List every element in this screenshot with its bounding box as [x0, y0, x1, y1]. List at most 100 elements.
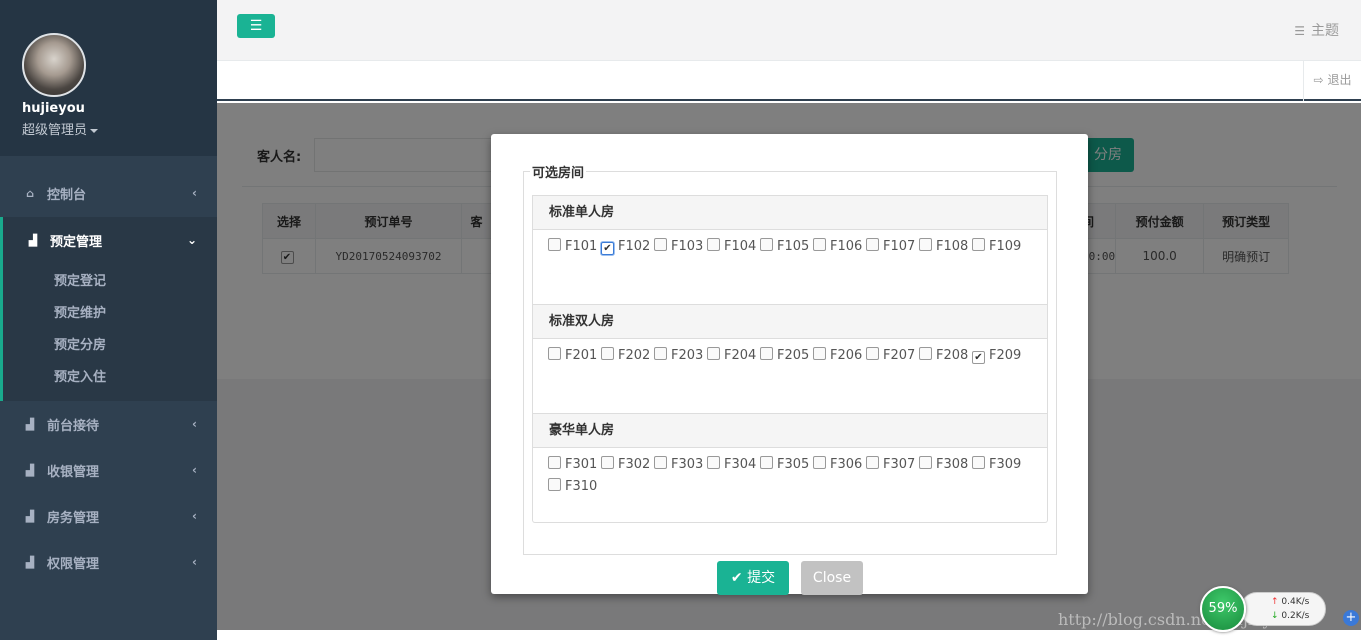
sidebar-item-label: 预定管理: [50, 234, 103, 250]
room-checkbox-f302[interactable]: F302: [601, 456, 654, 478]
room-group-standard-single: 标准单人房 F101 ✔ F102 F103 F104 F105 F106 F107 F108 F…: [532, 195, 1048, 304]
hamburger-icon: ☰: [249, 18, 263, 34]
checkbox-icon: [813, 347, 826, 360]
sign-out-icon: ⇨: [1313, 73, 1324, 87]
submenu-item-assign[interactable]: 预定分房: [54, 334, 106, 353]
room-number: F209: [989, 348, 1022, 363]
room-number: F104: [724, 239, 757, 254]
sidebar-item-booking[interactable]: ▟ 预定管理 ⌄: [0, 217, 217, 263]
upload-speed-value: 0.4K/s: [1281, 597, 1310, 607]
room-checkbox-f204[interactable]: F204: [707, 347, 760, 369]
submit-button[interactable]: ✔ 提交: [717, 561, 789, 595]
avatar[interactable]: [22, 33, 86, 97]
room-checkbox-f310[interactable]: F310: [548, 478, 601, 500]
submenu-item-register[interactable]: 预定登记: [54, 270, 106, 289]
chevron-left-icon: ‹: [192, 463, 197, 477]
room-group-title: 标准单人房: [533, 195, 1047, 230]
checkbox-icon: [760, 456, 773, 469]
room-checkbox-f304[interactable]: F304: [707, 456, 760, 478]
room-number: F303: [671, 457, 704, 472]
room-checkbox-f208[interactable]: F208: [919, 347, 972, 369]
room-number: F304: [724, 457, 757, 472]
role-dropdown[interactable]: 超级管理员: [22, 119, 217, 138]
bar-chart-icon: ▟: [25, 463, 35, 477]
room-number: F101: [565, 239, 598, 254]
room-checkbox-f101[interactable]: F101: [548, 238, 601, 260]
room-list: F201 F202 F203 F204 F205 F206 F207 F208 ✔ F209: [533, 339, 1047, 413]
room-checkbox-f205[interactable]: F205: [760, 347, 813, 369]
room-checkbox-f104[interactable]: F104: [707, 238, 760, 260]
room-number: F310: [565, 479, 598, 494]
room-fieldset-legend: 可选房间: [532, 166, 585, 181]
room-checkbox-f103[interactable]: F103: [654, 238, 707, 260]
room-checkbox-f308[interactable]: F308: [919, 456, 972, 478]
chevron-left-icon: ‹: [192, 509, 197, 523]
room-number: F306: [830, 457, 863, 472]
sidebar-item-permissions[interactable]: ▟ 权限管理 ‹: [0, 539, 217, 585]
checkbox-icon: [813, 238, 826, 251]
chevron-left-icon: ‹: [192, 186, 197, 200]
room-checkbox-f106[interactable]: F106: [813, 238, 866, 260]
checkbox-icon: [548, 347, 561, 360]
room-checkbox-f306[interactable]: F306: [813, 456, 866, 478]
room-checkbox-f109[interactable]: F109: [972, 238, 1025, 260]
room-group-standard-double: 标准双人房 F201 F202 F203 F204 F205 F206 F207 F208 ✔ F…: [532, 304, 1048, 413]
checkbox-icon: [919, 238, 932, 251]
list-icon: ☰: [1294, 24, 1305, 38]
room-checkbox-f301[interactable]: F301: [548, 456, 601, 478]
room-number: F307: [883, 457, 916, 472]
footer-strip: [217, 630, 1361, 640]
sidebar-item-label: 收银管理: [47, 464, 100, 480]
room-checkbox-f201[interactable]: F201: [548, 347, 601, 369]
checkbox-icon: [760, 347, 773, 360]
room-checkbox-f206[interactable]: F206: [813, 347, 866, 369]
bar-chart-icon: ▟: [25, 555, 35, 569]
room-checkbox-f107[interactable]: F107: [866, 238, 919, 260]
checkbox-icon: [866, 456, 879, 469]
role-label: 超级管理员: [22, 123, 88, 138]
plus-icon[interactable]: +: [1343, 610, 1359, 626]
sidebar-item-reception[interactable]: ▟ 前台接待 ‹: [0, 401, 217, 447]
room-checkbox-f307[interactable]: F307: [866, 456, 919, 478]
download-speed-value: 0.2K/s: [1281, 611, 1310, 621]
room-checkbox-f309[interactable]: F309: [972, 456, 1025, 478]
close-button[interactable]: Close: [801, 561, 863, 595]
sidebar-item-label: 前台接待: [47, 418, 100, 434]
room-number: F203: [671, 348, 704, 363]
room-checkbox-f305[interactable]: F305: [760, 456, 813, 478]
sidebar-item-label: 控制台: [47, 187, 87, 203]
bar-chart-icon: ▟: [25, 509, 35, 523]
chevron-down-icon: ⌄: [186, 233, 197, 247]
sidebar-item-dashboard[interactable]: ⌂ 控制台 ‹: [0, 170, 217, 216]
room-checkbox-f202[interactable]: F202: [601, 347, 654, 369]
checkbox-icon: [707, 238, 720, 251]
room-checkbox-f108[interactable]: F108: [919, 238, 972, 260]
room-checkbox-f105[interactable]: F105: [760, 238, 813, 260]
check-icon: ✔: [730, 570, 743, 586]
sidebar-item-housekeeping[interactable]: ▟ 房务管理 ‹: [0, 493, 217, 539]
room-checkbox-f102[interactable]: ✔ F102: [601, 239, 654, 261]
room-number: F302: [618, 457, 651, 472]
room-checkbox-f207[interactable]: F207: [866, 347, 919, 369]
upload-speed: ↑ 0.4K/s: [1271, 597, 1309, 607]
sidebar-item-cashier[interactable]: ▟ 收银管理 ‹: [0, 447, 217, 493]
theme-button[interactable]: ☰ 主题: [1294, 20, 1339, 40]
checkbox-icon: [548, 238, 561, 251]
logout-button[interactable]: ⇨ 退出: [1303, 61, 1361, 101]
bar-chart-icon: ▟: [25, 417, 35, 431]
checkbox-icon: [654, 456, 667, 469]
room-checkbox-f303[interactable]: F303: [654, 456, 707, 478]
submenu-item-maintain[interactable]: 预定维护: [54, 302, 106, 321]
chevron-left-icon: ‹: [192, 417, 197, 431]
profile-panel: hujieyou 超级管理员: [0, 0, 217, 156]
arrow-up-icon: ↑: [1271, 597, 1279, 607]
room-checkbox-f203[interactable]: F203: [654, 347, 707, 369]
room-number: F108: [936, 239, 969, 254]
network-speed-widget[interactable]: ↑ 0.4K/s ↓ 0.2K/s + 59%: [1200, 586, 1359, 632]
checkbox-icon: [548, 456, 561, 469]
menu-toggle-button[interactable]: ☰: [237, 14, 275, 38]
room-number: F107: [883, 239, 916, 254]
checkbox-icon: [654, 347, 667, 360]
submenu-item-checkin[interactable]: 预定入住: [54, 366, 106, 385]
room-checkbox-f209[interactable]: ✔ F209: [972, 348, 1025, 370]
